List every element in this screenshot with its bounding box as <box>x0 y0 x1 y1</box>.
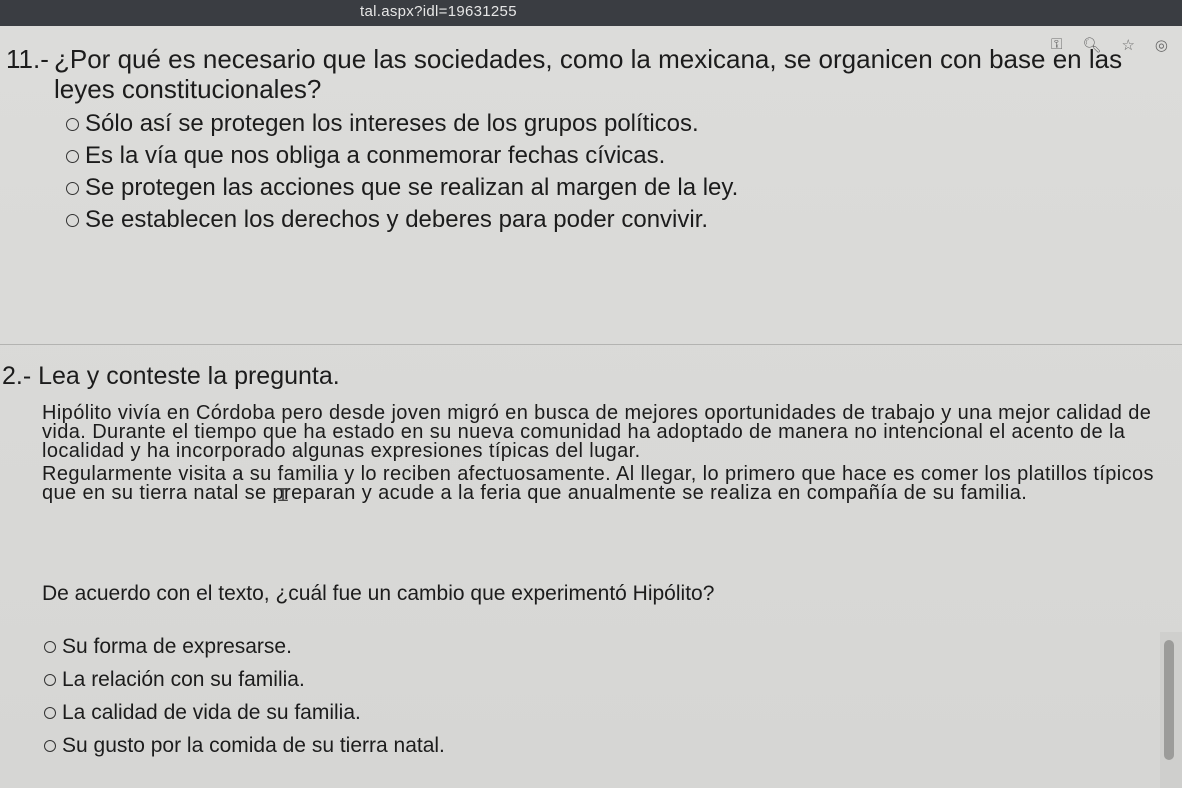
passage-paragraph-2: Regularmente visita a su familia y lo re… <box>42 463 1154 504</box>
profile-icon[interactable]: ◎ <box>1155 36 1168 54</box>
browser-address-bar[interactable]: tal.aspx?idl=19631255 <box>0 0 1182 26</box>
scrollbar-thumb[interactable] <box>1164 640 1174 760</box>
star-icon[interactable]: ☆ <box>1121 36 1134 54</box>
option-label: Sólo así se protegen los intereses de lo… <box>85 110 699 137</box>
radio-button[interactable] <box>66 181 79 195</box>
key-icon[interactable]: ⚿ <box>1051 36 1062 54</box>
q2-option-4[interactable]: Su gusto por la comida de su tierra nata… <box>44 729 445 762</box>
option-label: Su gusto por la comida de su tierra nata… <box>62 734 445 757</box>
q1-option-3[interactable]: Se protegen las acciones que se realizan… <box>66 172 738 204</box>
quiz-page: 11.- ¿Por qué es necesario que las socie… <box>0 26 1182 788</box>
radio-button[interactable] <box>44 673 56 686</box>
radio-button[interactable] <box>66 149 79 163</box>
option-label: Su forma de expresarse. <box>62 635 292 658</box>
q1-option-2[interactable]: Es la vía que nos obliga a conmemorar fe… <box>66 140 738 172</box>
passage-paragraph-1: Hipólito vivía en Córdoba pero desde jov… <box>42 402 1152 462</box>
text-cursor-icon: Ɪ <box>278 485 289 505</box>
radio-button[interactable] <box>66 213 79 227</box>
browser-toolbar-icons: ⚿ 🔍︎ ☆ ◎ <box>1051 36 1168 54</box>
question-1-number: 11.- <box>6 44 49 74</box>
q2-option-2[interactable]: La relación con su familia. <box>44 663 445 696</box>
url-text[interactable]: tal.aspx?idl=19631255 <box>360 3 517 20</box>
radio-button[interactable] <box>66 117 79 131</box>
option-label: La calidad de vida de su familia. <box>62 701 361 724</box>
option-label: La relación con su familia. <box>62 668 305 691</box>
option-label: Se protegen las acciones que se realizan… <box>85 174 739 201</box>
q2-option-3[interactable]: La calidad de vida de su familia. <box>44 696 445 729</box>
question-2-options: Su forma de expresarse. La relación con … <box>44 630 445 762</box>
question-1-options: Sólo así se protegen los intereses de lo… <box>66 108 738 236</box>
reading-passage: Hipólito vivía en Córdoba pero desde jov… <box>42 402 1167 507</box>
section-divider <box>0 344 1182 345</box>
radio-button[interactable] <box>44 739 56 752</box>
q1-option-1[interactable]: Sólo así se protegen los intereses de lo… <box>66 108 738 140</box>
question-1-text: ¿Por qué es necesario que las sociedades… <box>54 44 1123 104</box>
option-label: Es la vía que nos obliga a conmemorar fe… <box>85 142 666 169</box>
radio-button[interactable] <box>44 706 56 719</box>
zoom-icon[interactable]: 🔍︎ <box>1082 36 1101 54</box>
radio-button[interactable] <box>44 640 56 653</box>
option-label: Se establecen los derechos y deberes par… <box>85 206 709 233</box>
q1-option-4[interactable]: Se establecen los derechos y deberes par… <box>66 204 738 236</box>
question-2-prompt: De acuerdo con el texto, ¿cuál fue un ca… <box>42 582 715 605</box>
question-2-heading: 2.- Lea y conteste la pregunta. <box>2 362 340 390</box>
q2-option-1[interactable]: Su forma de expresarse. <box>44 630 445 663</box>
